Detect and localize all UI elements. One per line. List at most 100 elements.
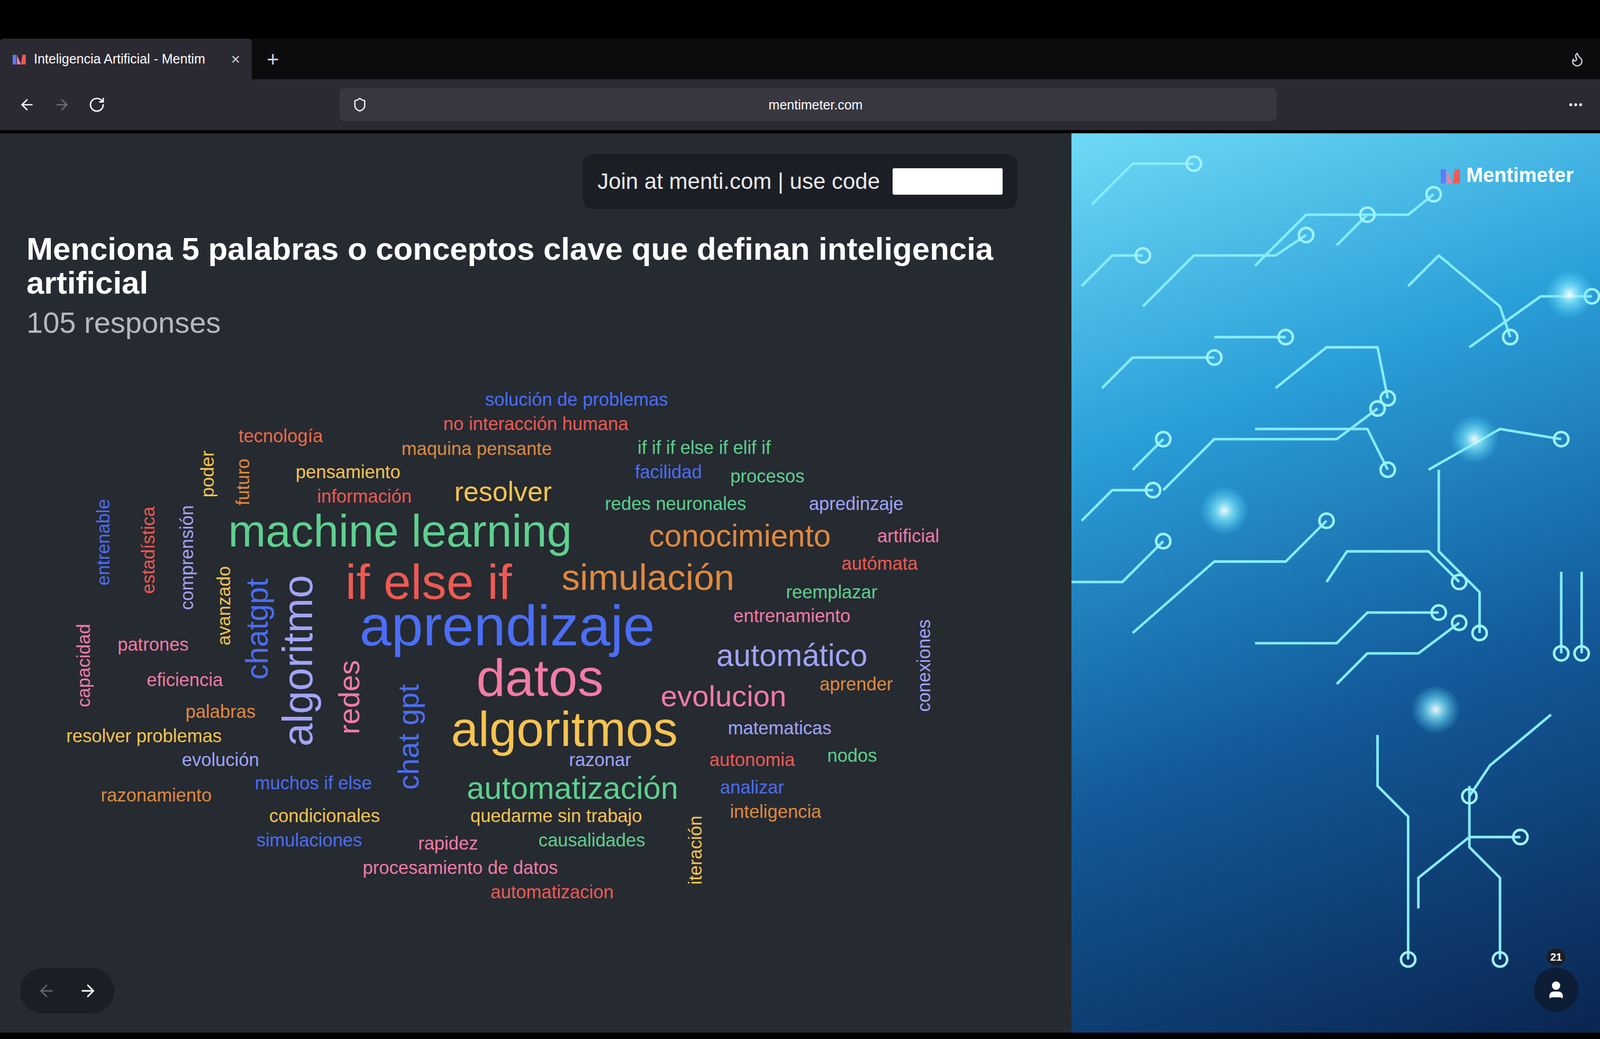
- cloud-word: rapidez: [417, 834, 478, 853]
- cloud-word: condicionales: [269, 806, 380, 826]
- cloud-word: conexiones: [914, 619, 933, 713]
- shield-icon: [352, 97, 368, 113]
- circuit-brain-icon: [1071, 133, 1600, 1033]
- cloud-word: resolver problemas: [66, 726, 222, 746]
- mentimeter-logo-icon: [1440, 167, 1461, 184]
- cloud-word: procesamiento de datos: [362, 858, 559, 878]
- next-arrow-icon: [78, 981, 98, 1001]
- participant-count: 21: [1546, 948, 1566, 966]
- toolbar: mentimeter.com: [0, 79, 1600, 131]
- cloud-word: entrenamiento: [733, 606, 851, 626]
- cloud-word: datos: [476, 651, 604, 704]
- cloud-word: automático: [716, 640, 868, 671]
- cloud-word: simulación: [561, 559, 735, 597]
- cloud-word: razonar: [569, 750, 632, 769]
- tab-bar: Inteligencia Artificial - Mentim × +: [0, 38, 1600, 80]
- cloud-word: comprensión: [177, 505, 197, 611]
- cloud-word: aprendizaje: [359, 597, 655, 655]
- tab-title: Inteligencia Artificial - Mentim: [33, 51, 222, 67]
- cloud-word: inteligencia: [729, 802, 822, 822]
- cloud-word: autonomia: [709, 750, 795, 769]
- cloud-word: nodos: [826, 746, 877, 766]
- cloud-word: evolucion: [660, 681, 787, 712]
- person-icon: [1546, 979, 1567, 1000]
- word-cloud: solución de problemas no interacción huma…: [0, 133, 1072, 1033]
- cloud-word: eficiencia: [146, 670, 223, 690]
- cloud-word: muchos if else: [255, 774, 372, 793]
- cloud-word: simulaciones: [256, 831, 363, 850]
- title-strip: [0, 0, 1600, 39]
- cloud-word: chat gpt: [393, 684, 423, 790]
- cloud-word: if if if else if elif if: [637, 438, 771, 457]
- illustration-panel: Mentimeter 21: [1071, 133, 1600, 1033]
- cloud-word: pensamiento: [295, 462, 401, 482]
- cloud-word: iteración: [685, 815, 705, 886]
- cloud-word: patrones: [117, 635, 189, 654]
- cloud-word: chatgpt: [241, 578, 273, 680]
- bottom-strip: [0, 1032, 1600, 1039]
- response-count: 105 responses: [26, 305, 1045, 340]
- cloud-word: aprender: [819, 675, 893, 694]
- cloud-word: facilidad: [634, 462, 703, 482]
- cloud-word: redes: [334, 660, 365, 735]
- reload-icon: [88, 96, 106, 114]
- cloud-word: resolver: [454, 478, 552, 507]
- cloud-word: artificial: [877, 526, 940, 546]
- cloud-word: autómata: [841, 554, 918, 574]
- back-icon: [18, 96, 36, 114]
- cloud-word: automatización: [466, 772, 678, 804]
- cloud-word: procesos: [730, 466, 805, 486]
- cloud-word: quedarme sin trabajo: [470, 806, 643, 826]
- url-text: mentimeter.com: [367, 97, 1265, 113]
- cloud-word: conocimiento: [649, 520, 832, 552]
- cloud-word: algoritmo: [277, 575, 320, 747]
- cloud-word: automatizacion: [490, 883, 614, 902]
- new-tab-button[interactable]: +: [251, 48, 294, 70]
- forward-icon: [53, 96, 71, 114]
- forward-button[interactable]: [46, 89, 78, 121]
- cloud-word: machine learning: [228, 508, 572, 554]
- cloud-word: solución de problemas: [485, 390, 669, 409]
- cloud-word: apredinzaje: [808, 494, 904, 513]
- browser-tab[interactable]: Inteligencia Artificial - Mentim ×: [0, 38, 252, 80]
- brand-logo: Mentimeter: [1440, 164, 1574, 187]
- cloud-word: evolución: [182, 750, 260, 769]
- brand-name: Mentimeter: [1466, 164, 1574, 187]
- cloud-word: información: [316, 487, 412, 506]
- join-code-box: [892, 168, 1003, 195]
- url-field[interactable]: mentimeter.com: [339, 88, 1277, 122]
- cloud-word: maquina pensante: [401, 439, 552, 458]
- cloud-word: analizar: [720, 778, 785, 797]
- cloud-word: causalidades: [538, 831, 646, 850]
- cloud-word: estadística: [139, 506, 158, 595]
- slide-panel: solución de problemas no interacción huma…: [0, 133, 1072, 1033]
- cloud-word: avanzado: [214, 566, 233, 646]
- cloud-word: poder: [197, 450, 217, 498]
- cloud-word: tecnología: [238, 426, 323, 446]
- slide-nav: [20, 968, 115, 1014]
- browser-window: Inteligencia Artificial - Mentim × + mentim…: [0, 0, 1600, 1039]
- cloud-word: capacidad: [74, 624, 94, 708]
- participants-button[interactable]: 21: [1533, 967, 1579, 1013]
- cloud-word: if else if: [345, 557, 513, 607]
- cloud-word: entrenable: [94, 498, 113, 586]
- back-button[interactable]: [11, 89, 43, 121]
- favicon-icon: [12, 53, 27, 65]
- join-text: Join at menti.com | use code: [597, 168, 880, 195]
- next-slide-button[interactable]: [73, 976, 103, 1006]
- cloud-word: redes neuronales: [604, 494, 747, 513]
- cloud-word: reemplazar: [786, 583, 878, 602]
- reload-button[interactable]: [81, 89, 113, 121]
- cloud-word: razonamiento: [101, 786, 212, 805]
- cloud-word: algoritmos: [450, 704, 678, 754]
- tab-close-button[interactable]: ×: [228, 51, 243, 68]
- previous-arrow-icon: [37, 981, 57, 1001]
- cloud-word: futuro: [233, 458, 253, 506]
- flame-icon[interactable]: [1569, 51, 1586, 68]
- more-icon[interactable]: [1567, 96, 1585, 114]
- cloud-word: no interacción humana: [443, 414, 629, 434]
- cloud-word: palabras: [185, 702, 256, 722]
- cloud-word: matematicas: [728, 719, 832, 738]
- previous-slide-button[interactable]: [31, 976, 62, 1006]
- question-title: Menciona 5 palabras o conceptos clave qu…: [26, 232, 1032, 300]
